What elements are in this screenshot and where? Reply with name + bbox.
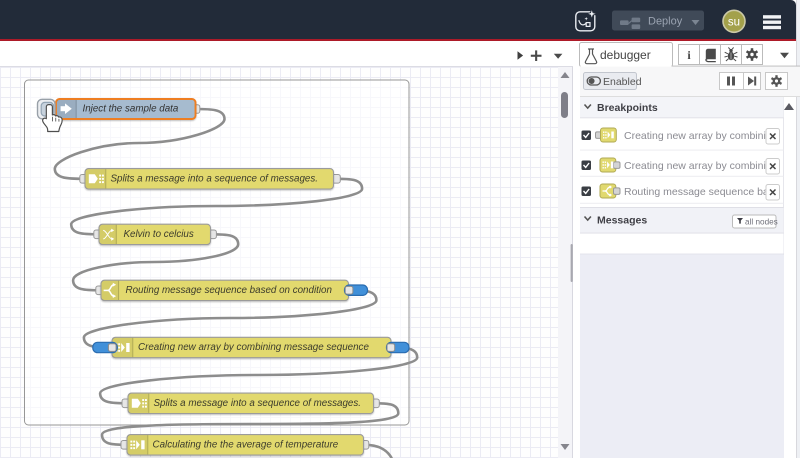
svg-text:Calculating the the average of: Calculating the the average of temperatu… — [153, 439, 339, 450]
svg-text:all nodes: all nodes — [745, 218, 778, 227]
svg-text:Splits a message into a sequen: Splits a message into a sequence of mess… — [154, 398, 362, 409]
svg-text:Breakpoints: Breakpoints — [597, 102, 658, 114]
svg-text:Creating new array by combinin: Creating new array by combining message … — [138, 342, 369, 353]
svg-text:Kelvin to celcius: Kelvin to celcius — [124, 229, 194, 240]
svg-text:Routing message sequence based: Routing message sequence based on condit… — [126, 285, 332, 296]
svg-text:Inject the sample data: Inject the sample data — [83, 104, 179, 115]
svg-text:Creating new array by combinin: Creating new array by combinin — [624, 160, 772, 172]
svg-text:Creating new array by combinin: Creating new array by combinin — [624, 130, 772, 142]
svg-text:Deploy: Deploy — [648, 16, 683, 28]
svg-text:Enabled: Enabled — [603, 76, 642, 88]
svg-text:Messages: Messages — [597, 214, 647, 226]
svg-text:su: su — [728, 17, 740, 29]
svg-text:debugger: debugger — [600, 48, 651, 62]
svg-text:Routing message sequence ba: Routing message sequence ba — [624, 186, 769, 198]
svg-text:Splits a message into a sequen: Splits a message into a sequence of mess… — [111, 173, 319, 184]
